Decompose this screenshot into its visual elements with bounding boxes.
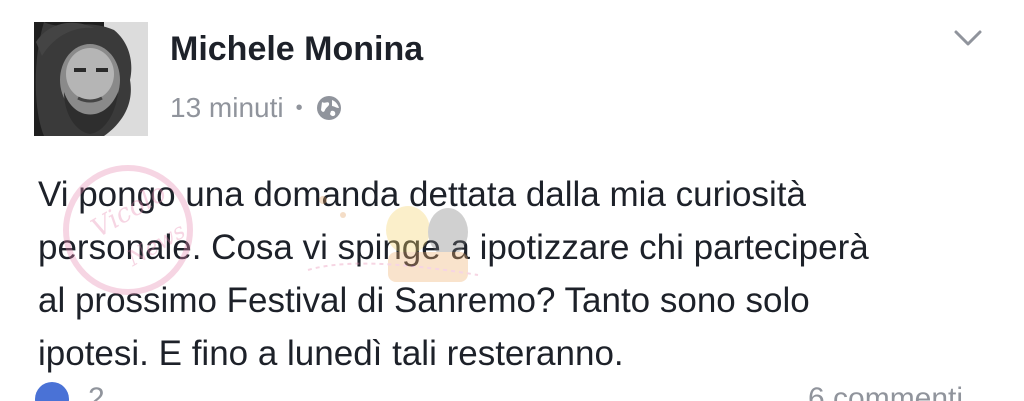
avatar[interactable]: [34, 22, 148, 136]
post-text-line: personale. Cosa vi spinge a ipotizzare c…: [38, 228, 869, 267]
post-timestamp[interactable]: 13 minuti: [170, 92, 284, 124]
post-footer: 2 6 commenti: [0, 372, 1024, 401]
author-name[interactable]: Michele Monina: [170, 30, 423, 69]
chevron-down-icon[interactable]: [950, 26, 986, 52]
globe-icon[interactable]: [315, 94, 343, 122]
comments-link[interactable]: 6 commenti: [808, 382, 963, 401]
meta-separator: •: [295, 96, 303, 119]
facebook-post: Michele Monina 13 minuti • Vi pongo una …: [0, 0, 1024, 401]
post-meta: 13 minuti •: [170, 88, 343, 128]
post-text-line: al prossimo Festival di Sanremo? Tanto s…: [38, 281, 810, 320]
avatar-portrait: [34, 22, 148, 136]
like-count[interactable]: 2: [88, 382, 105, 401]
like-icon[interactable]: [35, 382, 69, 401]
post-text-line: Vi pongo una domanda dettata dalla mia c…: [38, 175, 806, 214]
post-text: Vi pongo una domanda dettata dalla mia c…: [38, 168, 998, 380]
